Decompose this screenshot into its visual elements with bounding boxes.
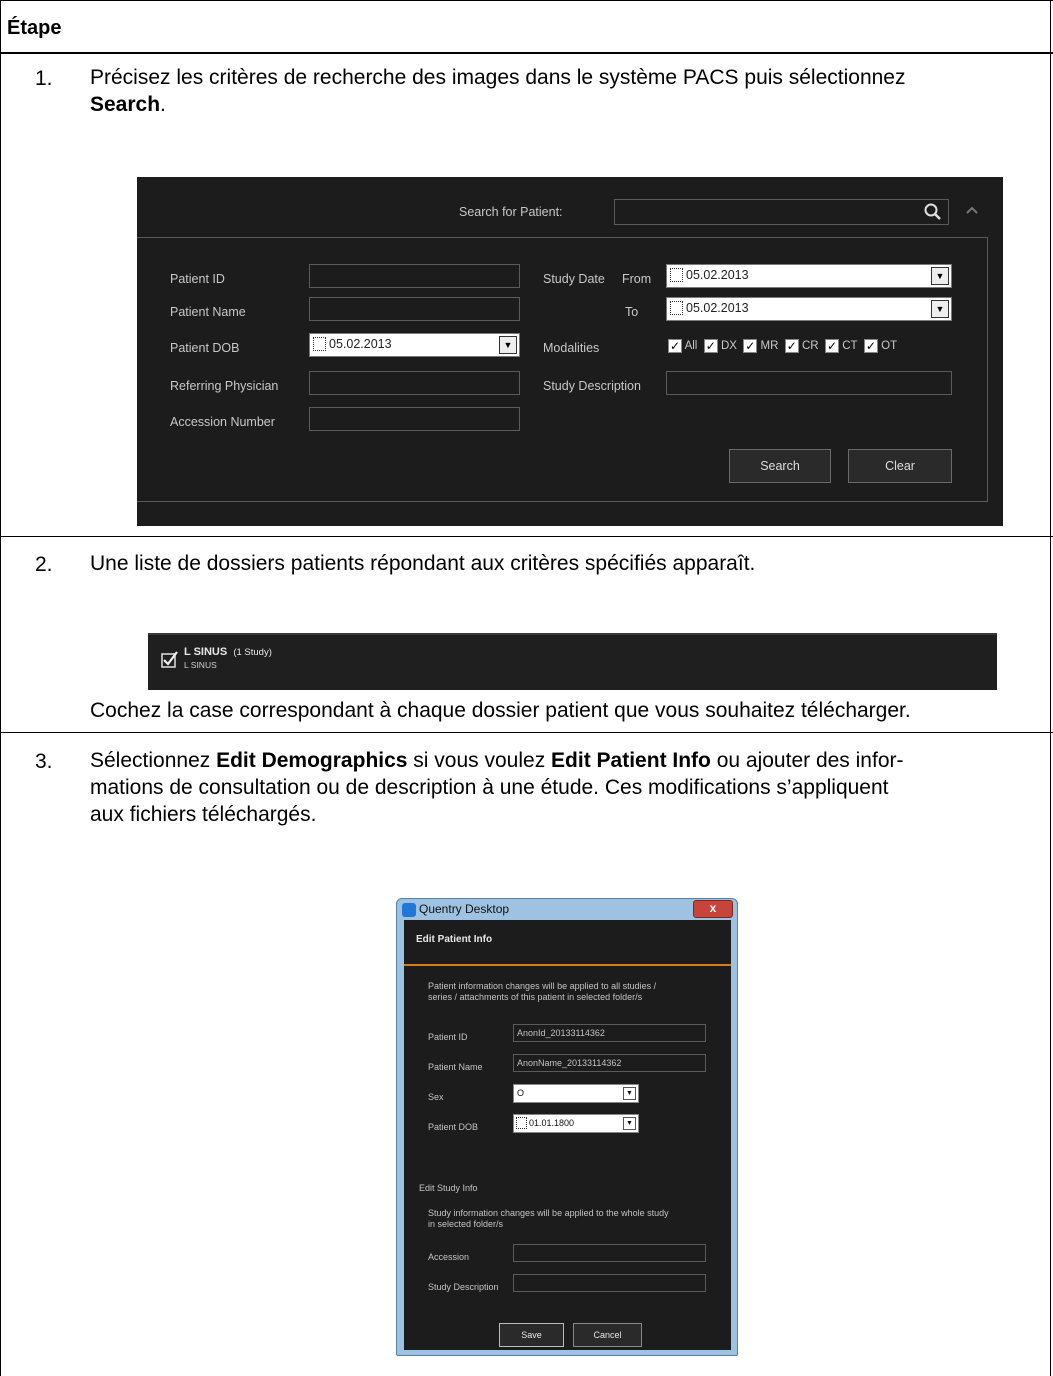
chevron-down-icon[interactable]: ▼ <box>623 1117 636 1130</box>
modality-mr-label: MR <box>760 340 779 353</box>
dialog-study-description-label: Study Description <box>428 1282 499 1292</box>
search-icon[interactable] <box>924 203 942 221</box>
dialog-accession-label: Accession <box>428 1252 470 1262</box>
study-description-label: Study Description <box>543 379 641 393</box>
checkbox-all[interactable]: ✓ <box>668 339 682 353</box>
dialog-patient-id-label: Patient ID <box>428 1032 468 1042</box>
patient-dob-value: 05.02.2013 <box>329 337 392 351</box>
header-divider <box>0 52 1053 54</box>
patient-info-note-1: Patient information changes will be appl… <box>428 981 657 991</box>
checked-checkbox-icon[interactable] <box>161 650 179 668</box>
from-label: From <box>622 272 652 286</box>
close-button[interactable]: x <box>693 900 733 918</box>
chevron-down-icon[interactable]: ▼ <box>623 1087 636 1100</box>
accession-number-label: Accession Number <box>170 415 275 429</box>
referring-physician-input[interactable] <box>309 371 520 395</box>
patient-dob-label: Patient DOB <box>170 341 240 355</box>
step-3-number: 3. <box>35 750 53 773</box>
modality-ot-label: OT <box>881 340 898 353</box>
modality-ct-label: CT <box>842 340 858 353</box>
study-date-from-picker[interactable]: 05.02.2013 ▼ <box>666 264 952 288</box>
search-button[interactable]: Search <box>729 449 831 483</box>
dialog-sex-label: Sex <box>428 1092 444 1102</box>
patient-info-note-2: series / attachments of this patient in … <box>428 992 643 1002</box>
step-2-text: Une liste de dossiers patients répondant… <box>90 552 756 575</box>
close-icon[interactable]: x <box>710 901 717 915</box>
row-divider-2 <box>0 732 1053 733</box>
step-1-text: Précisez les critères de recherche des i… <box>90 66 906 116</box>
dialog-sex-value: O <box>517 1088 525 1098</box>
to-label: To <box>625 305 639 319</box>
study-info-note-2: in selected folder/s <box>428 1219 504 1229</box>
pacs-search-panel: Search for Patient: Patient ID Patient N… <box>137 177 1003 526</box>
clear-button[interactable]: Clear <box>848 449 952 483</box>
step-3-text: Sélectionnez Edit Demographics si vous v… <box>90 749 904 826</box>
from-date-value: 05.02.2013 <box>686 268 749 282</box>
from-date-checkbox[interactable] <box>670 268 683 282</box>
dialog-dob-label: Patient DOB <box>428 1122 479 1132</box>
chevron-down-icon[interactable]: ▼ <box>931 300 949 318</box>
dialog-dob-checkbox[interactable] <box>516 1117 527 1129</box>
study-count: (1 Study) <box>233 647 272 658</box>
study-date-to-picker[interactable]: 05.02.2013 ▼ <box>666 297 952 321</box>
table-top-border <box>0 0 1053 1</box>
window-title: Quentry Desktop <box>419 902 510 916</box>
study-description-input[interactable] <box>666 371 952 395</box>
dialog-header: Edit Patient Info <box>416 934 493 945</box>
patient-dob-checkbox[interactable] <box>313 337 326 351</box>
to-date-value: 05.02.2013 <box>686 301 749 315</box>
dialog-patient-name-input[interactable]: AnonName_20133114362 <box>513 1054 706 1072</box>
cancel-button[interactable]: Cancel <box>573 1323 642 1347</box>
search-for-patient-input[interactable] <box>614 199 949 225</box>
row-divider-1 <box>0 536 1053 537</box>
search-for-patient-label: Search for Patient: <box>459 205 563 219</box>
checkbox-mr[interactable]: ✓ <box>743 339 758 353</box>
checkbox-ct[interactable]: ✓ <box>825 339 840 353</box>
patient-name: L SINUS <box>184 646 228 658</box>
dialog-accession-input[interactable] <box>513 1244 706 1262</box>
dialog-patient-name-label: Patient Name <box>428 1062 483 1072</box>
accession-number-input[interactable] <box>309 407 520 431</box>
table-header: Étape <box>7 17 62 39</box>
accent-divider <box>404 964 731 966</box>
quentry-dialog-window: Quentry Desktop x Edit Patient Info Pati… <box>396 898 738 1356</box>
step-2-after-text: Cochez la case correspondant à chaque do… <box>90 699 911 722</box>
patient-sub-name: L SINUS <box>184 660 217 670</box>
study-date-label: Study Date <box>543 272 605 286</box>
patient-name-label: Patient Name <box>170 305 246 319</box>
patient-id-label: Patient ID <box>170 272 225 286</box>
modality-all-label: All <box>684 340 698 353</box>
modality-dx-label: DX <box>720 340 737 353</box>
checkbox-ot[interactable]: ✓ <box>863 339 878 353</box>
study-info-note-1: Study information changes will be applie… <box>428 1208 669 1218</box>
patient-list-row[interactable]: L SINUS (1 Study) L SINUS <box>148 633 997 690</box>
dialog-dob-value: 01.01.1800 <box>529 1118 575 1128</box>
patient-dob-picker[interactable]: 05.02.2013 ▼ <box>309 333 520 357</box>
chevron-up-icon[interactable] <box>965 205 979 215</box>
chevron-down-icon[interactable]: ▼ <box>931 267 949 285</box>
referring-physician-label: Referring Physician <box>170 379 279 393</box>
modality-cr-label: CR <box>802 340 819 353</box>
to-date-checkbox[interactable] <box>670 301 683 315</box>
dialog-study-description-input[interactable] <box>513 1274 706 1292</box>
edit-study-info-heading: Edit Study Info <box>419 1183 478 1193</box>
dialog-body: Edit Patient Info Patient information ch… <box>404 920 731 1350</box>
modalities-group: ✓ All ✓ DX ✓ MR ✓ CR ✓ CT ✓ OT <box>668 339 897 353</box>
dialog-sex-select[interactable]: O ▼ <box>513 1084 639 1103</box>
quentry-app-icon <box>402 903 416 917</box>
modalities-label: Modalities <box>543 341 600 355</box>
dialog-patient-id-input[interactable]: AnonId_20133114362 <box>513 1024 706 1042</box>
step-1-number: 1. <box>35 67 53 90</box>
checkbox-cr[interactable]: ✓ <box>784 339 799 353</box>
chevron-down-icon[interactable]: ▼ <box>499 336 517 354</box>
step-2-number: 2. <box>35 553 53 576</box>
checkbox-dx[interactable]: ✓ <box>703 339 718 353</box>
save-button[interactable]: Save <box>499 1323 564 1347</box>
patient-name-input[interactable] <box>309 297 520 321</box>
dialog-dob-picker[interactable]: 01.01.1800 ▼ <box>513 1114 639 1133</box>
patient-entry: L SINUS (1 Study) <box>184 646 272 658</box>
patient-id-input[interactable] <box>309 264 520 288</box>
